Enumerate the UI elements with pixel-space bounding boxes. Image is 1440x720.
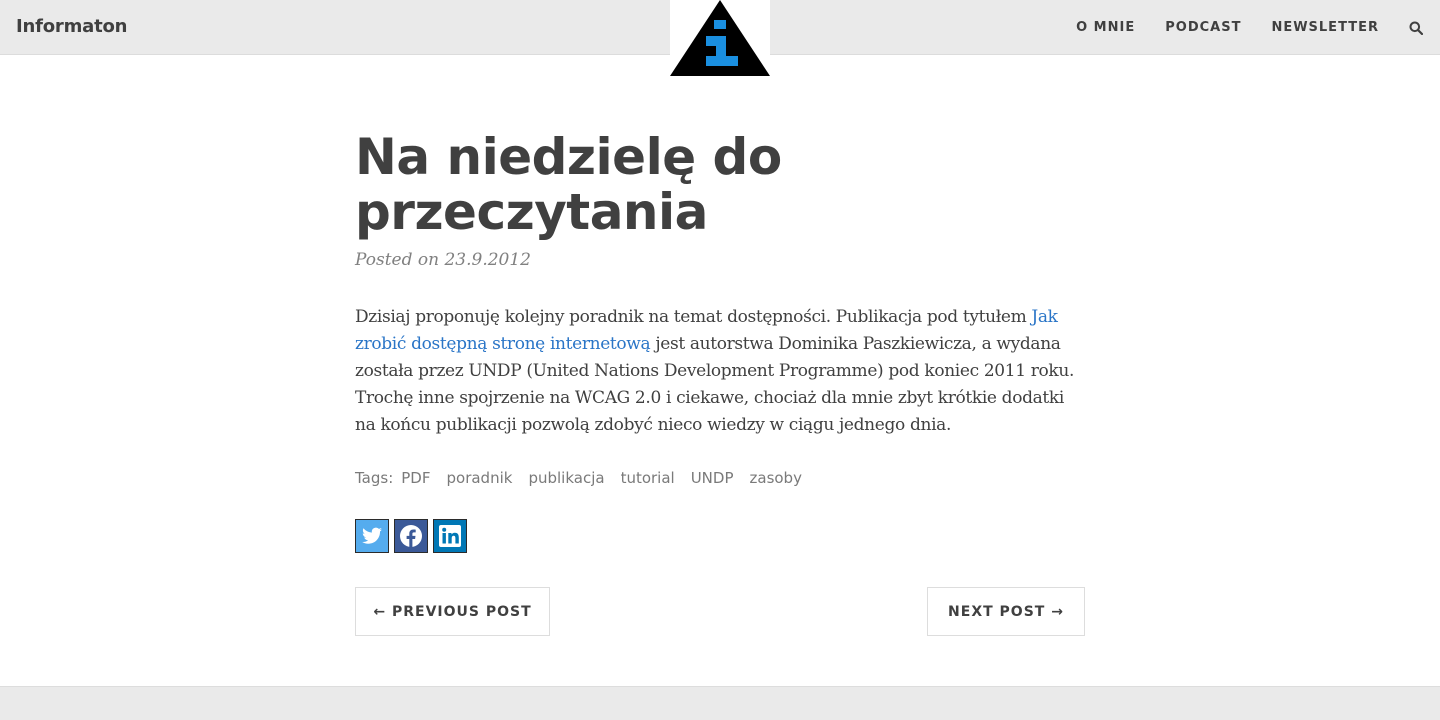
- post-title: Na niedzielę do przeczytania: [355, 128, 782, 241]
- site-brand-link[interactable]: Informaton: [16, 16, 127, 37]
- search-icon[interactable]: [1409, 21, 1423, 35]
- blog-post: Na niedzielę do przeczytania Posted on 2…: [355, 130, 1085, 553]
- post-tags: Tags: PDF poradnik publikacja tutorial U…: [355, 469, 1085, 487]
- nav-link-newsletter[interactable]: NEWSLETTER: [1271, 20, 1379, 35]
- share-facebook-button[interactable]: [394, 519, 428, 553]
- post-body: Dzisiaj proponuję kolejny poradnik na te…: [355, 304, 1075, 439]
- tag-link-zasoby[interactable]: zasoby: [750, 469, 802, 487]
- tag-link-publikacja[interactable]: publikacja: [528, 469, 604, 487]
- nav-link-o-mnie[interactable]: O MNIE: [1076, 20, 1135, 35]
- tag-link-pdf[interactable]: PDF: [401, 469, 430, 487]
- facebook-icon: [395, 520, 427, 552]
- twitter-icon: [356, 520, 388, 552]
- previous-post-button[interactable]: ← PREVIOUS POST: [355, 587, 550, 636]
- share-linkedin-button[interactable]: [433, 519, 467, 553]
- tags-label: Tags:: [355, 469, 394, 487]
- tag-link-undp[interactable]: UNDP: [691, 469, 734, 487]
- page-footer: [0, 686, 1440, 720]
- linkedin-icon: [434, 520, 466, 552]
- share-twitter-button[interactable]: [355, 519, 389, 553]
- tag-link-poradnik[interactable]: poradnik: [447, 469, 513, 487]
- nav-link-podcast[interactable]: PODCAST: [1165, 20, 1241, 35]
- next-post-button[interactable]: NEXT POST →: [927, 587, 1085, 636]
- main-nav: O MNIE PODCAST NEWSLETTER: [1076, 0, 1440, 55]
- share-buttons: [355, 519, 1085, 553]
- top-navbar: Informaton O MNIE PODCAST NEWSLETTER: [0, 0, 1440, 76]
- post-meta: Posted on 23.9.2012: [355, 250, 531, 270]
- tag-link-tutorial[interactable]: tutorial: [621, 469, 675, 487]
- site-logo[interactable]: [670, 0, 770, 76]
- post-body-text-start: Dzisiaj proponuję kolejny poradnik na te…: [355, 307, 1032, 327]
- info-triangle-logo-icon: [670, 0, 770, 76]
